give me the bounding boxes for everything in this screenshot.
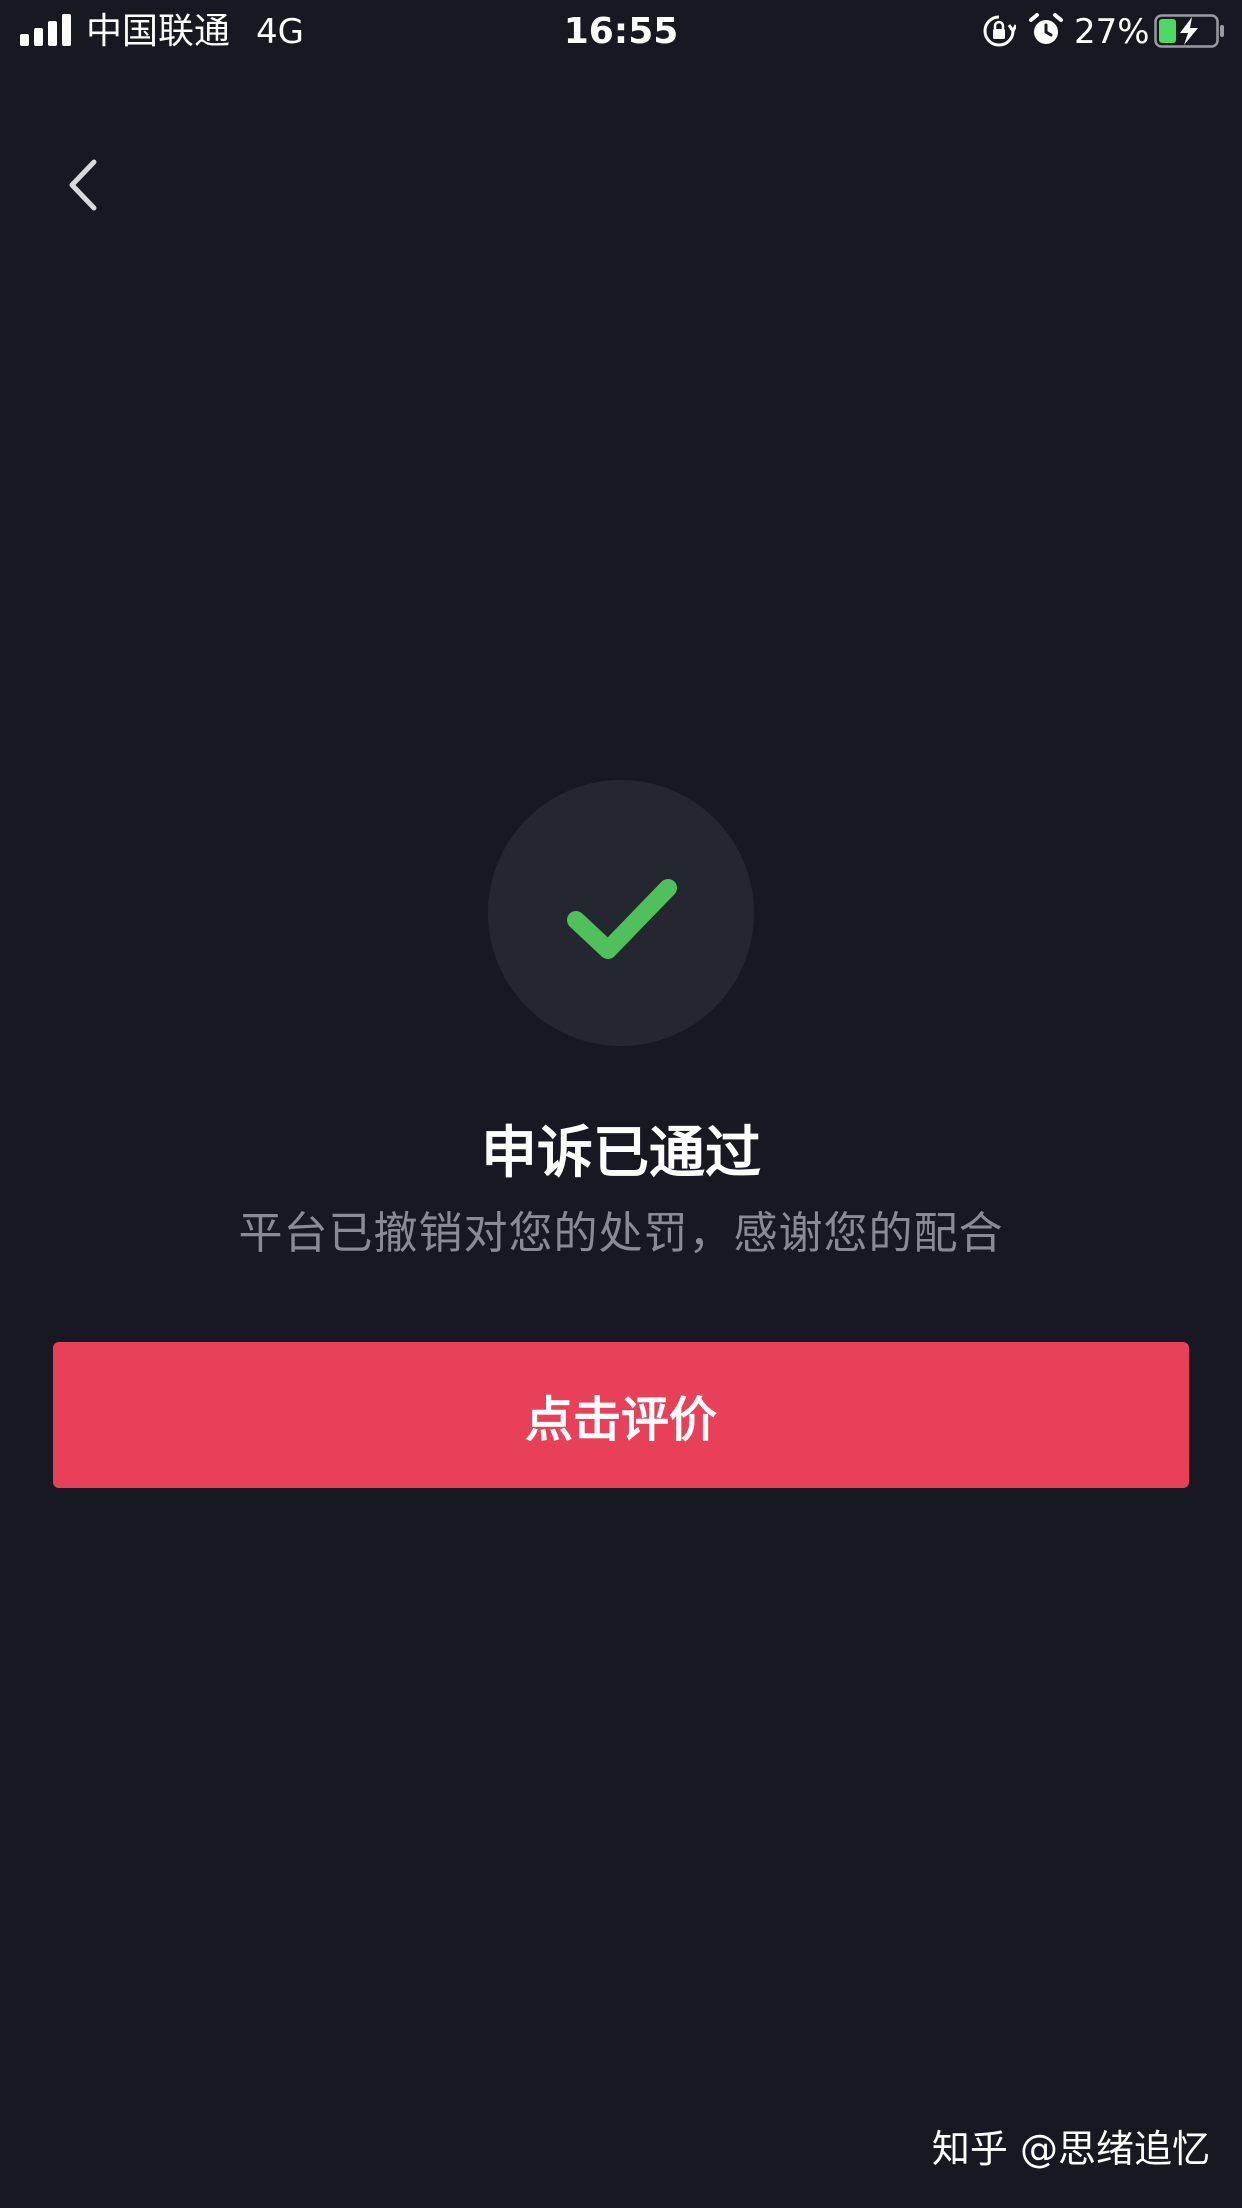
checkmark-icon (567, 879, 677, 959)
back-button[interactable] (50, 140, 120, 230)
result-message: 平台已撤销对您的处罚，感谢您的配合 (238, 1208, 1004, 1259)
watermark-text: 知乎 @思绪追忆 (931, 2127, 1210, 2171)
chevron-left-icon (69, 159, 97, 211)
appeal-result-screen: 中国联通 4G 16:55 27% 申诉已通过 平台已撤销对您的处罚，感谢您的配… (0, 0, 1242, 2208)
alarm-icon (1029, 13, 1063, 44)
result-title: 申诉已通过 (481, 1121, 761, 1186)
rotation-lock-icon (983, 15, 1016, 47)
rate-button[interactable]: 点击评价 (53, 1342, 1189, 1488)
status-bar: 中国联通 4G 16:55 27% (0, 0, 1242, 64)
success-badge (488, 780, 754, 1046)
battery-charging-icon (1154, 14, 1224, 48)
battery-percentage: 27% (1074, 12, 1150, 52)
